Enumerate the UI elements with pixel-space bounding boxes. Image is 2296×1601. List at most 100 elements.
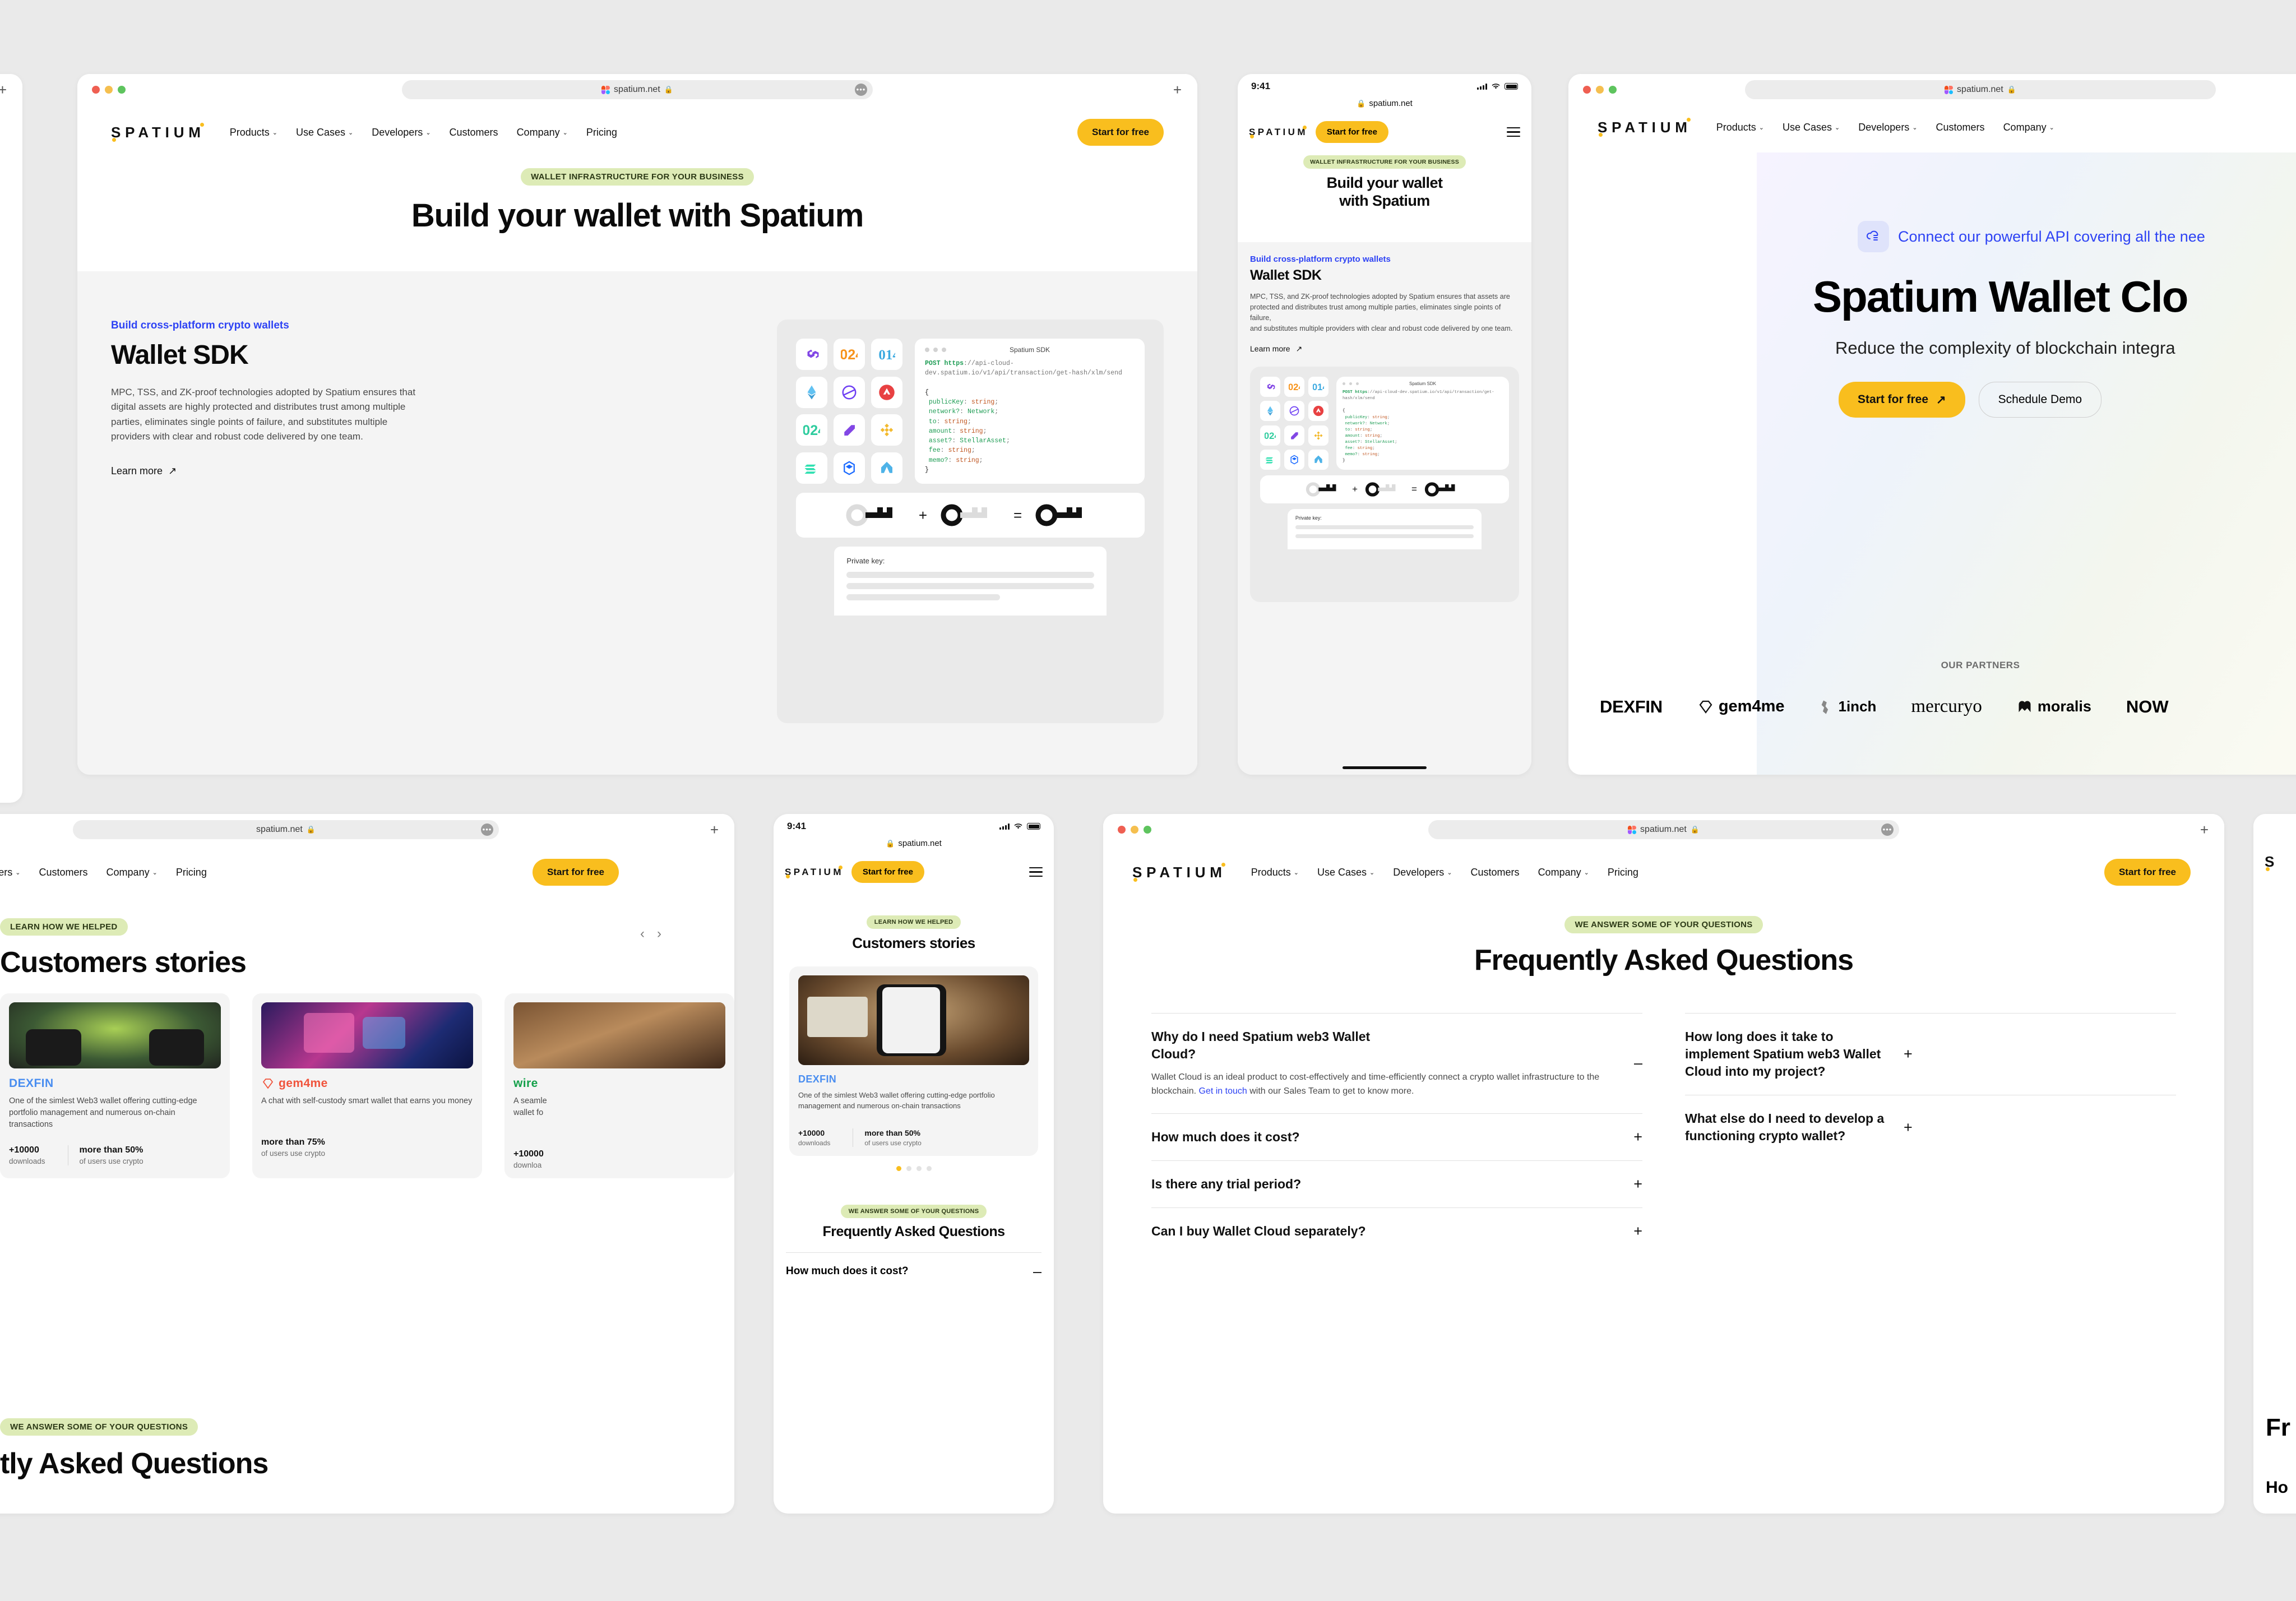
minimize-icon[interactable] xyxy=(105,86,113,94)
new-tab-icon[interactable]: + xyxy=(0,82,7,97)
faq-item[interactable]: How much does it cost? – xyxy=(786,1252,1041,1279)
faq-toggle-icon[interactable]: – xyxy=(1634,1056,1642,1071)
start-for-free-button[interactable]: Start for free xyxy=(532,859,619,886)
story-card[interactable]: DEXFIN One of the simlest Web3 wallet of… xyxy=(0,993,230,1179)
nav-item-pricing[interactable]: Pricing xyxy=(1608,867,1638,878)
stories-carousel: DEXFIN One of the simlest Web3 wallet of… xyxy=(0,993,734,1179)
address-bar-more-icon[interactable]: ••• xyxy=(1881,823,1894,836)
menu-icon[interactable] xyxy=(1029,867,1043,877)
carousel-next-button[interactable]: › xyxy=(657,926,661,942)
faq-item[interactable]: What else do I need to develop a functio… xyxy=(1685,1095,2176,1159)
nav-item-products[interactable]: Products ⌄ xyxy=(1251,867,1299,878)
nav-item-customers[interactable]: Customers xyxy=(450,127,498,138)
new-tab-icon[interactable]: + xyxy=(2200,822,2209,837)
pager-dot[interactable] xyxy=(926,1165,932,1171)
phone-sdk-section: Build cross-platform crypto wallets Wall… xyxy=(1238,242,1531,775)
nav-item-company[interactable]: Company ⌄ xyxy=(517,127,568,138)
nav-item-customers[interactable]: Customers xyxy=(1471,867,1520,878)
sdk-learn-more-link[interactable]: Learn more ↗ xyxy=(1250,344,1302,354)
menu-icon[interactable] xyxy=(1507,127,1520,137)
faq-toggle-icon[interactable]: + xyxy=(1633,1129,1642,1145)
schedule-demo-button[interactable]: Schedule Demo xyxy=(1978,382,2102,418)
nav-item-customers[interactable]: Customers xyxy=(39,867,88,878)
nav-item-products[interactable]: Products ⌄ xyxy=(230,127,277,138)
carousel-pager[interactable] xyxy=(774,1165,1054,1171)
logo[interactable]: SPATIUM xyxy=(1249,125,1308,138)
close-icon[interactable] xyxy=(92,86,100,94)
story-card[interactable]: wire A seamle wallet fo +10000 downloa xyxy=(504,993,734,1179)
nav-item-developers[interactable]: Developers⌄ xyxy=(0,867,21,878)
logo[interactable]: SPATIUM xyxy=(1598,118,1692,137)
faq-item[interactable]: Why do I need Spatium web3 Wallet Cloud?… xyxy=(1151,1013,1642,1113)
story-card[interactable]: gem4me A chat with self-custody smart wa… xyxy=(252,993,482,1179)
nav-item-company[interactable]: Company ⌄ xyxy=(2003,122,2054,133)
maximize-icon[interactable] xyxy=(118,86,126,94)
address-bar[interactable]: spatium.net 🔒 ••• xyxy=(1428,820,1899,839)
nav-item-use-cases[interactable]: Use Cases ⌄ xyxy=(1783,122,1840,133)
faq-column-left: Why do I need Spatium web3 Wallet Cloud?… xyxy=(1151,1013,1642,1255)
logo[interactable]: SPATIUM xyxy=(111,122,205,142)
maximize-icon[interactable] xyxy=(1144,826,1151,834)
close-icon[interactable] xyxy=(1583,86,1591,94)
partial-window-right-row2: S Fr Ho xyxy=(2253,814,2296,1514)
window-traffic-lights[interactable] xyxy=(1118,826,1151,834)
address-bar[interactable]: spatium.net 🔒 ••• xyxy=(402,80,873,99)
nav-item-products[interactable]: Products ⌄ xyxy=(1716,122,1764,133)
logo[interactable]: SPATIUM xyxy=(1132,862,1226,882)
new-tab-icon[interactable]: + xyxy=(710,822,719,837)
get-in-touch-link[interactable]: Get in touch xyxy=(1199,1086,1247,1096)
nav-item-company[interactable]: Company ⌄ xyxy=(1538,867,1589,878)
pager-dot[interactable] xyxy=(906,1165,911,1171)
address-bar-more-icon[interactable]: ••• xyxy=(855,84,867,96)
new-tab-icon[interactable]: + xyxy=(1173,82,1182,97)
maximize-icon[interactable] xyxy=(1609,86,1617,94)
nav-item-company[interactable]: Company ⌄ xyxy=(107,867,158,878)
start-for-free-button[interactable]: Start for free xyxy=(851,861,924,883)
minimize-icon[interactable] xyxy=(1596,86,1604,94)
svg-text:\u0141: \u0141 xyxy=(878,348,895,363)
phone-url-bar[interactable]: 🔒 spatium.net xyxy=(774,839,1054,853)
carousel-prev-button[interactable]: ‹ xyxy=(640,926,645,942)
pager-dot[interactable] xyxy=(896,1165,901,1171)
faq-item[interactable]: How much does it cost? + xyxy=(1151,1113,1642,1160)
story-stats: +10000 downloads more than 50% of users … xyxy=(9,1145,221,1166)
nav-item-customers[interactable]: Customers xyxy=(1936,122,1985,133)
code-card: Spatium SDK POST https://api-cloud-dev.s… xyxy=(1336,377,1509,470)
nav-item-pricing[interactable]: Pricing xyxy=(176,867,207,878)
start-for-free-button[interactable]: Start for free xyxy=(1315,121,1388,143)
cloud-start-for-free-button[interactable]: Start for free ↗ xyxy=(1839,382,1965,418)
pager-dot[interactable] xyxy=(916,1165,922,1171)
code-block: POST https://api-cloud-dev.spatium.io/v1… xyxy=(1343,390,1494,464)
faq-toggle-icon[interactable]: + xyxy=(1904,1119,1913,1135)
faq-item[interactable]: Can I buy Wallet Cloud separately? + xyxy=(1151,1207,1642,1255)
stat: more than 50% of users use crypto xyxy=(67,1145,155,1166)
start-for-free-button[interactable]: Start for free xyxy=(2104,859,2191,886)
nav-item-developers[interactable]: Developers⌄ xyxy=(1393,867,1452,878)
window-traffic-lights[interactable] xyxy=(1583,86,1617,94)
faq-toggle-icon[interactable]: + xyxy=(1633,1176,1642,1192)
faq-toggle-icon[interactable]: + xyxy=(1633,1223,1642,1239)
nav-item-developers[interactable]: Developers⌄ xyxy=(372,127,430,138)
faq-toggle-icon[interactable]: – xyxy=(1033,1264,1041,1279)
close-icon[interactable] xyxy=(1118,826,1126,834)
logo[interactable]: SPATIUM xyxy=(785,865,844,878)
address-bar[interactable]: spatium.net 🔒 xyxy=(1745,80,2216,99)
arbitrum-nova-icon xyxy=(834,414,865,446)
start-for-free-button[interactable]: Start for free xyxy=(1077,119,1164,146)
address-bar[interactable]: spatium.net 🔒 ••• xyxy=(73,820,499,839)
window-traffic-lights[interactable] xyxy=(92,86,126,94)
minimize-icon[interactable] xyxy=(1131,826,1138,834)
phone-url-bar[interactable]: 🔒 spatium.net xyxy=(1238,99,1531,113)
faq-item[interactable]: Is there any trial period? + xyxy=(1151,1160,1642,1207)
nav-item-developers[interactable]: Developers⌄ xyxy=(1858,122,1917,133)
logo[interactable]: S xyxy=(2265,853,2279,871)
sdk-learn-more-link[interactable]: Learn more ↗ xyxy=(111,465,177,477)
nav-item-use-cases[interactable]: Use Cases ⌄ xyxy=(296,127,353,138)
svg-text:\u0243: \u0243 xyxy=(1265,431,1276,441)
address-bar-more-icon[interactable]: ••• xyxy=(481,823,493,836)
faq-item[interactable]: How long does it take to implement Spati… xyxy=(1685,1013,2176,1095)
nav-item-pricing[interactable]: Pricing xyxy=(586,127,617,138)
faq-toggle-icon[interactable]: + xyxy=(1904,1047,1913,1062)
story-card[interactable]: DEXFIN One of the simlest Web3 wallet of… xyxy=(789,966,1038,1156)
nav-item-use-cases[interactable]: Use Cases ⌄ xyxy=(1317,867,1374,878)
